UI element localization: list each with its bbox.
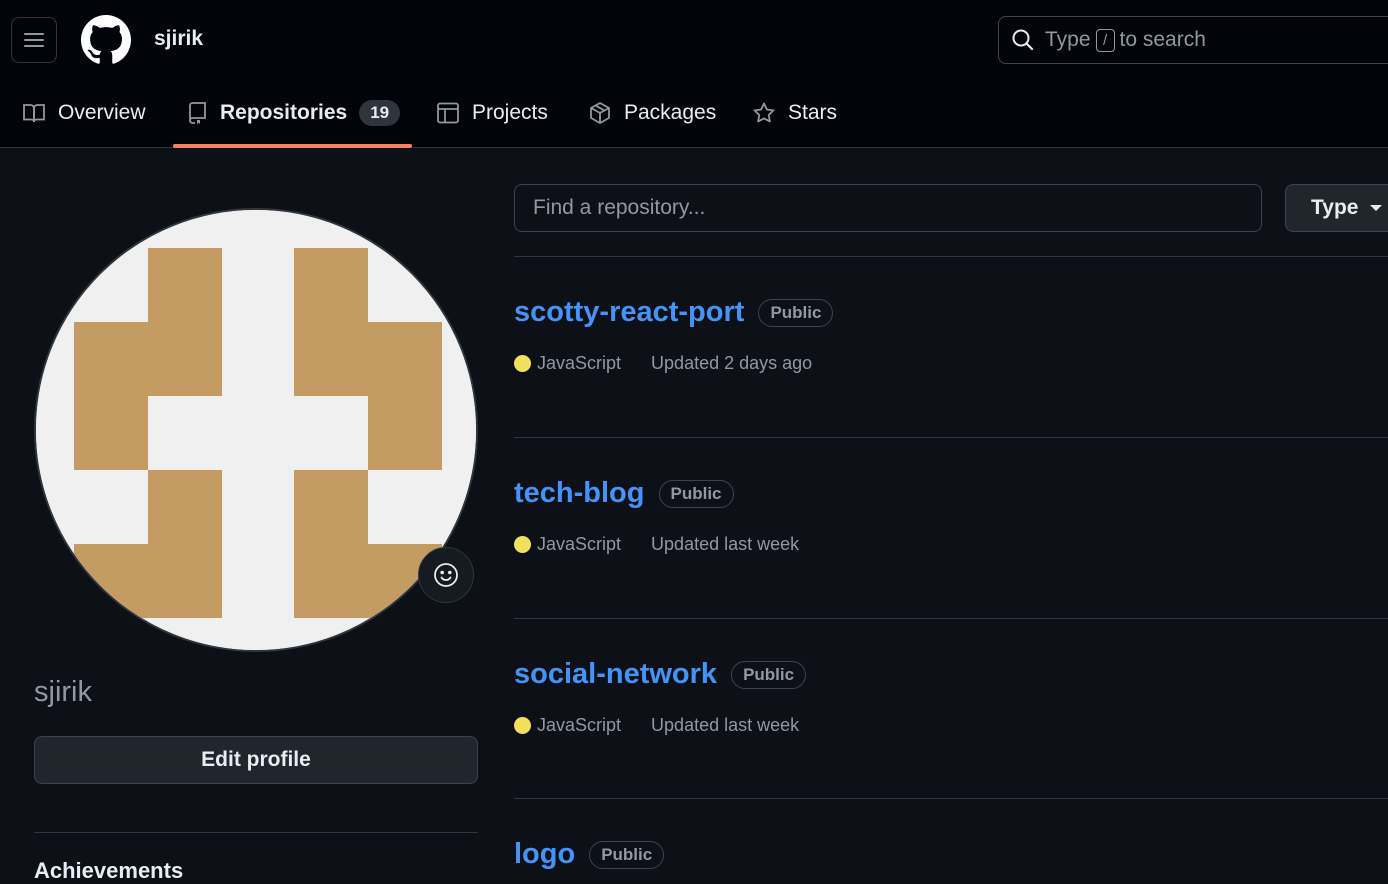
visibility-badge: Public: [758, 298, 834, 327]
visibility-badge: Public: [589, 840, 665, 869]
profile-username: sjirik: [34, 676, 92, 708]
divider: [514, 618, 1388, 619]
tab-projects[interactable]: Projects: [436, 88, 548, 138]
chevron-down-icon: [1370, 205, 1383, 211]
repo-updated: Updated last week: [651, 715, 800, 735]
set-status-button[interactable]: [418, 547, 474, 603]
divider: [514, 437, 1388, 438]
divider: [514, 798, 1388, 799]
language-color-dot: [514, 717, 531, 734]
visibility-badge: Public: [658, 479, 734, 508]
search-icon: [1012, 29, 1034, 51]
list-item: scotty-react-port Public JavaScript Upda…: [514, 296, 1388, 374]
repo-language: JavaScript: [537, 353, 622, 373]
repo-name-link[interactable]: scotty-react-port: [514, 296, 744, 329]
search-prefix: Type: [1045, 28, 1091, 51]
github-logo-icon[interactable]: [81, 15, 131, 65]
repo-count-badge: 19: [359, 100, 401, 126]
type-filter-label: Type: [1311, 196, 1359, 219]
list-item: logo Public: [514, 838, 1388, 871]
language-color-dot: [514, 355, 531, 372]
sidebar-divider: [34, 832, 478, 833]
visibility-badge: Public: [731, 660, 807, 689]
search-input[interactable]: Type / to search: [998, 16, 1388, 64]
tab-repositories[interactable]: Repositories 19: [186, 88, 401, 138]
divider: [514, 256, 1388, 257]
identicon-image: [36, 210, 476, 650]
achievements-heading: Achievements: [34, 858, 184, 883]
repo-icon: [189, 102, 206, 124]
header-username[interactable]: sjirik: [154, 27, 203, 51]
repo-name-link[interactable]: social-network: [514, 658, 717, 691]
edit-profile-button[interactable]: Edit profile: [34, 736, 478, 784]
list-item: social-network Public JavaScript Updated…: [514, 658, 1388, 736]
tab-overview[interactable]: Overview: [22, 88, 146, 138]
repo-name-link[interactable]: logo: [514, 838, 575, 871]
table-icon: [437, 102, 459, 124]
tab-label: Overview: [58, 101, 146, 124]
list-item: tech-blog Public JavaScript Updated last…: [514, 477, 1388, 555]
repo-updated: Updated 2 days ago: [651, 353, 813, 373]
tab-label: Stars: [788, 101, 838, 124]
search-shortcut-key: /: [1095, 28, 1115, 52]
smiley-icon: [434, 563, 458, 587]
profile-tabs: Overview Repositories 19 Projects Packag…: [0, 88, 1388, 148]
menu-button[interactable]: [11, 17, 57, 63]
repo-language: JavaScript: [537, 534, 622, 554]
tab-packages[interactable]: Packages: [588, 88, 716, 138]
tab-label: Packages: [624, 101, 717, 124]
repo-updated: Updated last week: [651, 534, 800, 554]
book-icon: [23, 104, 45, 123]
tab-stars[interactable]: Stars: [752, 88, 837, 138]
hamburger-icon: [24, 33, 44, 47]
repo-name-link[interactable]: tech-blog: [514, 477, 645, 510]
search-suffix: to search: [1119, 28, 1206, 51]
active-tab-indicator: [173, 144, 412, 148]
language-color-dot: [514, 536, 531, 553]
package-icon: [590, 102, 610, 124]
avatar[interactable]: [34, 208, 478, 652]
app-header: sjirik Type / to search Overview Reposit…: [0, 0, 1388, 148]
tab-label: Projects: [472, 101, 548, 124]
repo-language: JavaScript: [537, 715, 622, 735]
star-icon: [753, 102, 775, 123]
type-filter-dropdown[interactable]: Type: [1285, 184, 1388, 232]
find-repository-input[interactable]: [514, 184, 1262, 232]
tab-label: Repositories: [220, 101, 348, 124]
